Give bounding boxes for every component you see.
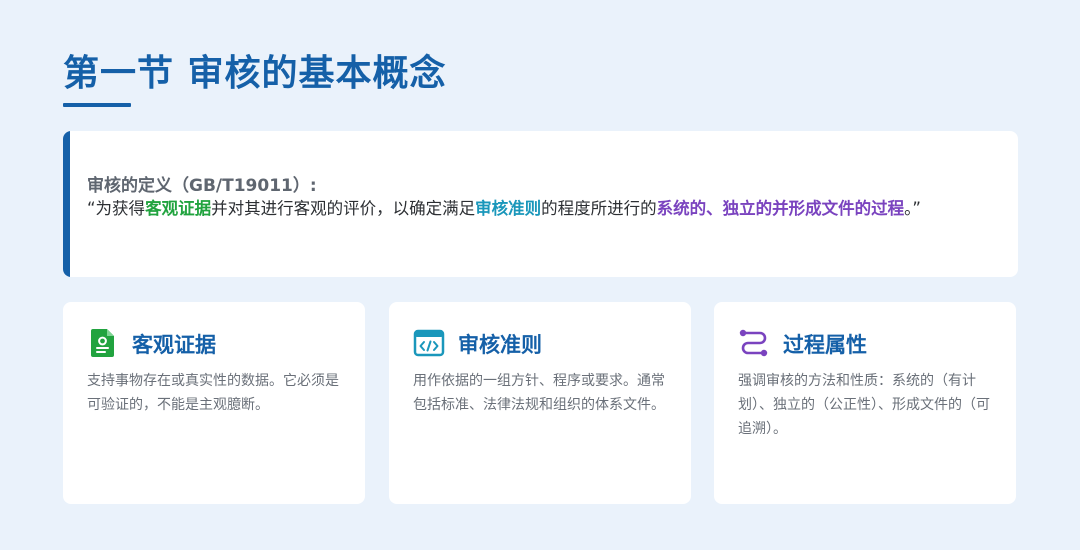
definition-text: 并对其进行客观的评价，以确定满足 [211,199,476,218]
slide: 第一节 审核的基本概念 审核的定义（GB/T19011）: “为获得客观证据并对… [0,0,1080,550]
page-title: 第一节 审核的基本概念 [63,53,447,94]
code-window-icon [413,329,445,357]
card-title: 审核准则 [458,333,542,357]
definition-body: “为获得客观证据并对其进行客观的评价，以确定满足审核准则的程度所进行的系统的、独… [87,197,977,221]
document-icon [91,329,114,357]
definition-text: 的程度所进行的 [541,199,657,218]
card-objective-evidence: 客观证据 支持事物存在或真实性的数据。它必须是可验证的，不能是主观臆断。 [63,302,365,504]
highlight-audit-criteria: 审核准则 [475,199,542,218]
card-text: 强调审核的方法和性质：系统的（有计划）、独立的（公正性）、形成文件的（可追溯）。 [738,373,990,437]
card-text: 支持事物存在或真实性的数据。它必须是可验证的，不能是主观臆断。 [87,373,339,413]
definition-card: 审核的定义（GB/T19011）: “为获得客观证据并对其进行客观的评价，以确定… [63,131,1018,277]
definition-text: 。” [904,199,921,218]
route-icon [739,329,768,357]
title-underline [63,103,131,107]
highlight-objective-evidence: 客观证据 [145,199,212,218]
card-title: 客观证据 [132,333,216,357]
definition-text: “为获得 [87,199,146,218]
accent-bar [63,131,70,277]
highlight-process: 系统的、独立的并形成文件的过程 [656,199,905,218]
card-text: 用作依据的一组方针、程序或要求。通常包括标准、法律法规和组织的体系文件。 [413,373,665,413]
card-process-attributes: 过程属性 强调审核的方法和性质：系统的（有计划）、独立的（公正性）、形成文件的（… [714,302,1016,504]
card-audit-criteria: 审核准则 用作依据的一组方针、程序或要求。通常包括标准、法律法规和组织的体系文件… [389,302,691,504]
card-title: 过程属性 [783,333,867,357]
definition-heading: 审核的定义（GB/T19011）: [87,176,317,196]
